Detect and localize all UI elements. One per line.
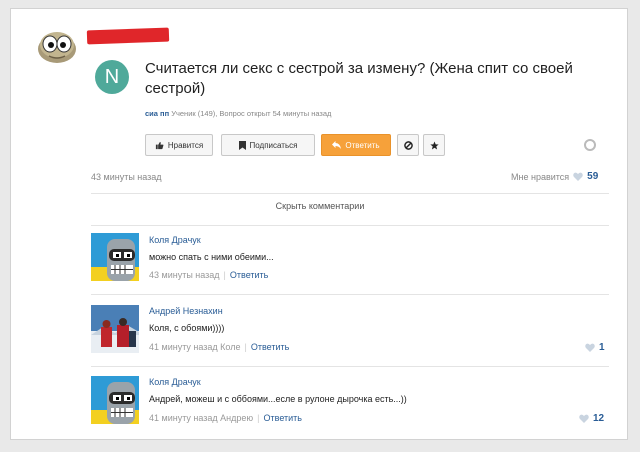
subscribe-button[interactable]: Подписаться	[221, 134, 315, 156]
separator: |	[223, 270, 226, 280]
commenter-avatar[interactable]	[91, 233, 139, 281]
divider	[91, 193, 609, 194]
heart-icon	[585, 343, 595, 352]
star-icon	[429, 140, 439, 149]
block-icon	[403, 140, 413, 150]
comment-reply-link[interactable]: Ответить	[230, 270, 268, 280]
comment-likes-count: 1	[599, 342, 605, 353]
separator: |	[257, 413, 260, 423]
thumbs-up-icon	[155, 141, 164, 149]
divider	[91, 366, 609, 367]
comment-likes[interactable]: 12	[579, 413, 604, 424]
reply-label: Ответить	[345, 140, 380, 150]
comment-meta: 41 минуту назад Андрею | Ответить	[149, 413, 302, 423]
reply-button[interactable]: Ответить	[321, 134, 391, 156]
question-title: Считается ли секс с сестрой за измену? (…	[145, 60, 573, 97]
author-name[interactable]: сиа пп	[145, 109, 169, 118]
like-button[interactable]: Нравится	[145, 134, 213, 156]
comment-text: Коля, с обоями))))	[149, 323, 225, 333]
author-info: Ученик (149), Вопрос открыт 54 минуты на…	[171, 109, 332, 118]
commenter-avatar[interactable]	[91, 376, 139, 424]
comment-reply-link[interactable]: Ответить	[264, 413, 302, 423]
heart-icon	[573, 172, 583, 181]
separator: |	[244, 342, 247, 352]
comment-likes-count: 12	[593, 413, 605, 424]
comment-time: 41 минуту назад Андрею	[149, 413, 254, 423]
comment-meta: 43 минуты назад | Ответить	[149, 270, 268, 280]
comment-author[interactable]: Андрей Незнахин	[149, 306, 223, 316]
divider	[91, 225, 609, 226]
favorite-button[interactable]	[423, 134, 445, 156]
heart-icon	[579, 414, 589, 423]
comment-text: можно спать с ними обеими...	[149, 252, 274, 262]
block-button[interactable]	[397, 134, 419, 156]
comment-meta: 41 минуту назад Коле | Ответить	[149, 342, 289, 352]
hide-comments-link[interactable]: Скрыть комментарии	[11, 201, 629, 211]
answer-time: 43 минуты назад	[91, 172, 162, 182]
comment-time: 41 минуту назад Коле	[149, 342, 241, 352]
comment-text: Андрей, можеш и с оббоями...есле в рулон…	[149, 394, 407, 404]
like-label: Нравится	[167, 140, 204, 150]
question-meta: сиа пп Ученик (149), Вопрос открыт 54 ми…	[145, 109, 331, 118]
subscribe-label: Подписаться	[249, 140, 298, 150]
comment-reply-link[interactable]: Ответить	[251, 342, 289, 352]
bookmark-icon	[238, 140, 246, 150]
commenter-avatar[interactable]	[91, 305, 139, 353]
divider	[91, 294, 609, 295]
reply-arrow-icon	[332, 141, 342, 149]
comment-author[interactable]: Коля Драчук	[149, 377, 201, 387]
redacted-username	[86, 27, 170, 45]
question-card: N Считается ли секс с сестрой за измену?…	[10, 8, 628, 440]
comment-author[interactable]: Коля Драчук	[149, 235, 201, 245]
comment-likes[interactable]: 1	[585, 342, 605, 353]
likes-label: Мне нравится	[511, 171, 570, 182]
author-badge: N	[95, 60, 129, 94]
likes-summary[interactable]: Мне нравится 59	[511, 171, 598, 182]
comment-time: 43 минуты назад	[149, 270, 220, 280]
likes-count: 59	[587, 171, 599, 182]
settings-icon[interactable]	[584, 139, 596, 151]
user-avatar[interactable]	[37, 25, 77, 65]
